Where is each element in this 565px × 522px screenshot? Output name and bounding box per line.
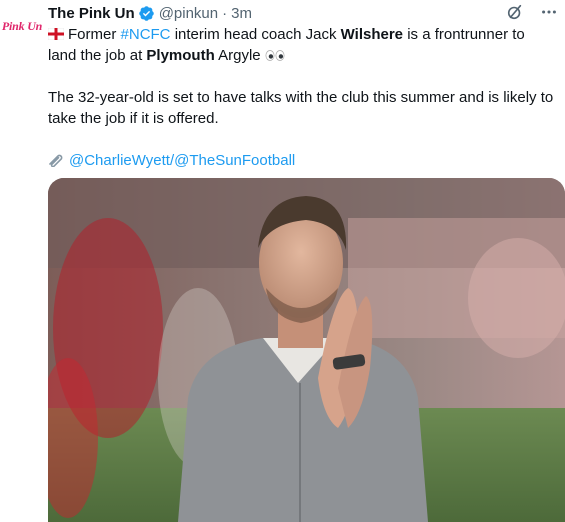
avatar-logo-text: Pink Un — [1, 18, 43, 33]
text-mid: interim head coach Jack — [174, 26, 337, 43]
user-handle[interactable]: @pinkun — [159, 5, 218, 22]
mention-charliewyett[interactable]: @CharlieWyett — [69, 152, 170, 169]
grok-icon[interactable] — [505, 2, 525, 22]
tweet-paragraph-1: Former #NCFC interim head coach Jack Wil… — [47, 24, 556, 66]
verified-badge-icon — [138, 5, 155, 22]
photo-illustration — [48, 178, 565, 522]
separator-dot: · — [222, 4, 228, 22]
avatar[interactable]: Pink Un — [0, 4, 44, 48]
tweet-photo[interactable] — [48, 178, 565, 522]
england-flag-emoji — [47, 25, 65, 41]
more-icon[interactable] — [539, 2, 559, 22]
bold-plymouth: Plymouth — [146, 47, 215, 64]
tweet-paragraph-3: @CharlieWyett/@TheSunFootball — [48, 150, 556, 171]
tweet-paragraph-2: The 32-year-old is set to have talks wit… — [48, 89, 554, 127]
tweet-header: The Pink Un @pinkun · 3m — [48, 3, 565, 23]
text-argyle: Argyle — [218, 47, 261, 64]
eyes-emoji — [265, 47, 285, 64]
paperclip-emoji — [48, 152, 64, 168]
display-name[interactable]: The Pink Un — [48, 5, 135, 22]
tweet-text: Former #NCFC interim head coach Jack Wil… — [47, 24, 556, 171]
text-former: Former — [68, 26, 117, 43]
hashtag-link[interactable]: #NCFC — [121, 26, 171, 43]
mention-thesunfootball[interactable]: @TheSunFootball — [174, 152, 295, 169]
bold-wilshere: Wilshere — [340, 26, 404, 43]
header-actions — [505, 2, 559, 22]
timestamp[interactable]: 3m — [231, 5, 252, 22]
